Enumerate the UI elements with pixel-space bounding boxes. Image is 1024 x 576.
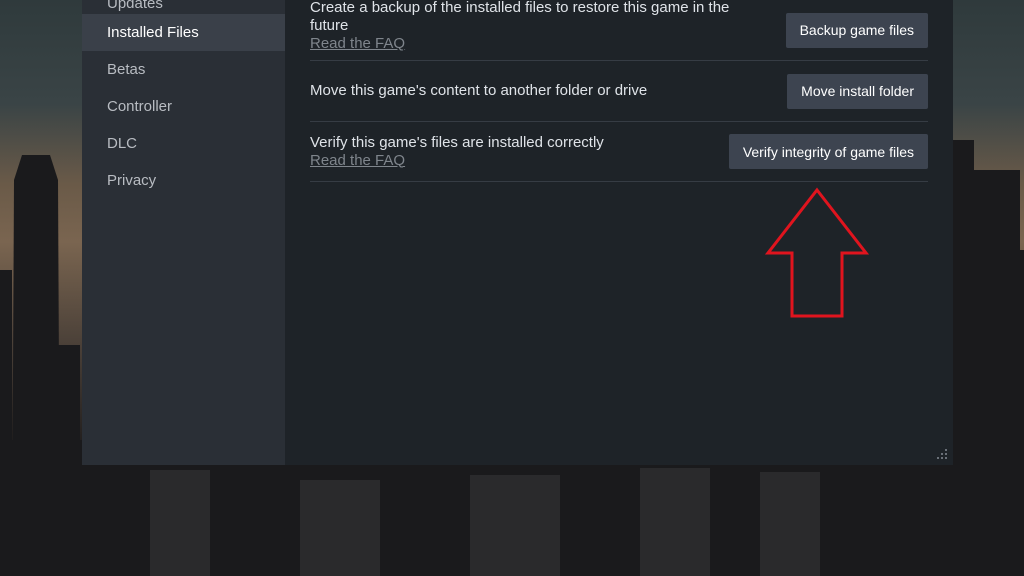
move-install-folder-button[interactable]: Move install folder bbox=[787, 73, 928, 109]
sidebar-item-controller[interactable]: Controller bbox=[82, 88, 285, 125]
sidebar-item-label: Controller bbox=[107, 98, 173, 115]
backup-description: Create a backup of the installed files t… bbox=[310, 0, 750, 53]
verify-row: Verify this game's files are installed c… bbox=[310, 122, 928, 182]
sidebar-item-label: Updates bbox=[107, 0, 163, 12]
verify-text: Verify this game's files are installed c… bbox=[310, 133, 604, 151]
sidebar-item-label: Privacy bbox=[107, 172, 157, 189]
sidebar-item-dlc[interactable]: DLC bbox=[82, 125, 285, 162]
move-folder-text: Move this game's content to another fold… bbox=[310, 82, 648, 99]
sidebar-item-installed-files[interactable]: Installed Files bbox=[82, 14, 285, 51]
backup-game-files-button[interactable]: Backup game files bbox=[785, 12, 928, 48]
faq-link[interactable]: Read the FAQ bbox=[310, 152, 604, 170]
sidebar-item-label: Installed Files bbox=[107, 24, 199, 41]
sidebar-item-updates[interactable]: Updates bbox=[82, 0, 285, 14]
backup-row: Create a backup of the installed files t… bbox=[310, 0, 928, 61]
verify-description: Verify this game's files are installed c… bbox=[310, 134, 604, 170]
verify-integrity-button[interactable]: Verify integrity of game files bbox=[728, 134, 928, 169]
sidebar-item-label: Betas bbox=[107, 61, 146, 78]
up-arrow-outline-icon bbox=[765, 187, 869, 318]
sidebar-item-privacy[interactable]: Privacy bbox=[82, 162, 285, 199]
resize-grip-icon[interactable] bbox=[935, 447, 949, 461]
sidebar-item-label: DLC bbox=[107, 135, 138, 152]
sidebar-item-betas[interactable]: Betas bbox=[82, 51, 285, 88]
move-folder-row: Move this game's content to another fold… bbox=[310, 61, 928, 122]
backup-text: Create a backup of the installed files t… bbox=[310, 0, 730, 34]
sidebar: Updates Installed Files Betas Controller… bbox=[82, 0, 285, 465]
faq-link[interactable]: Read the FAQ bbox=[310, 35, 750, 53]
